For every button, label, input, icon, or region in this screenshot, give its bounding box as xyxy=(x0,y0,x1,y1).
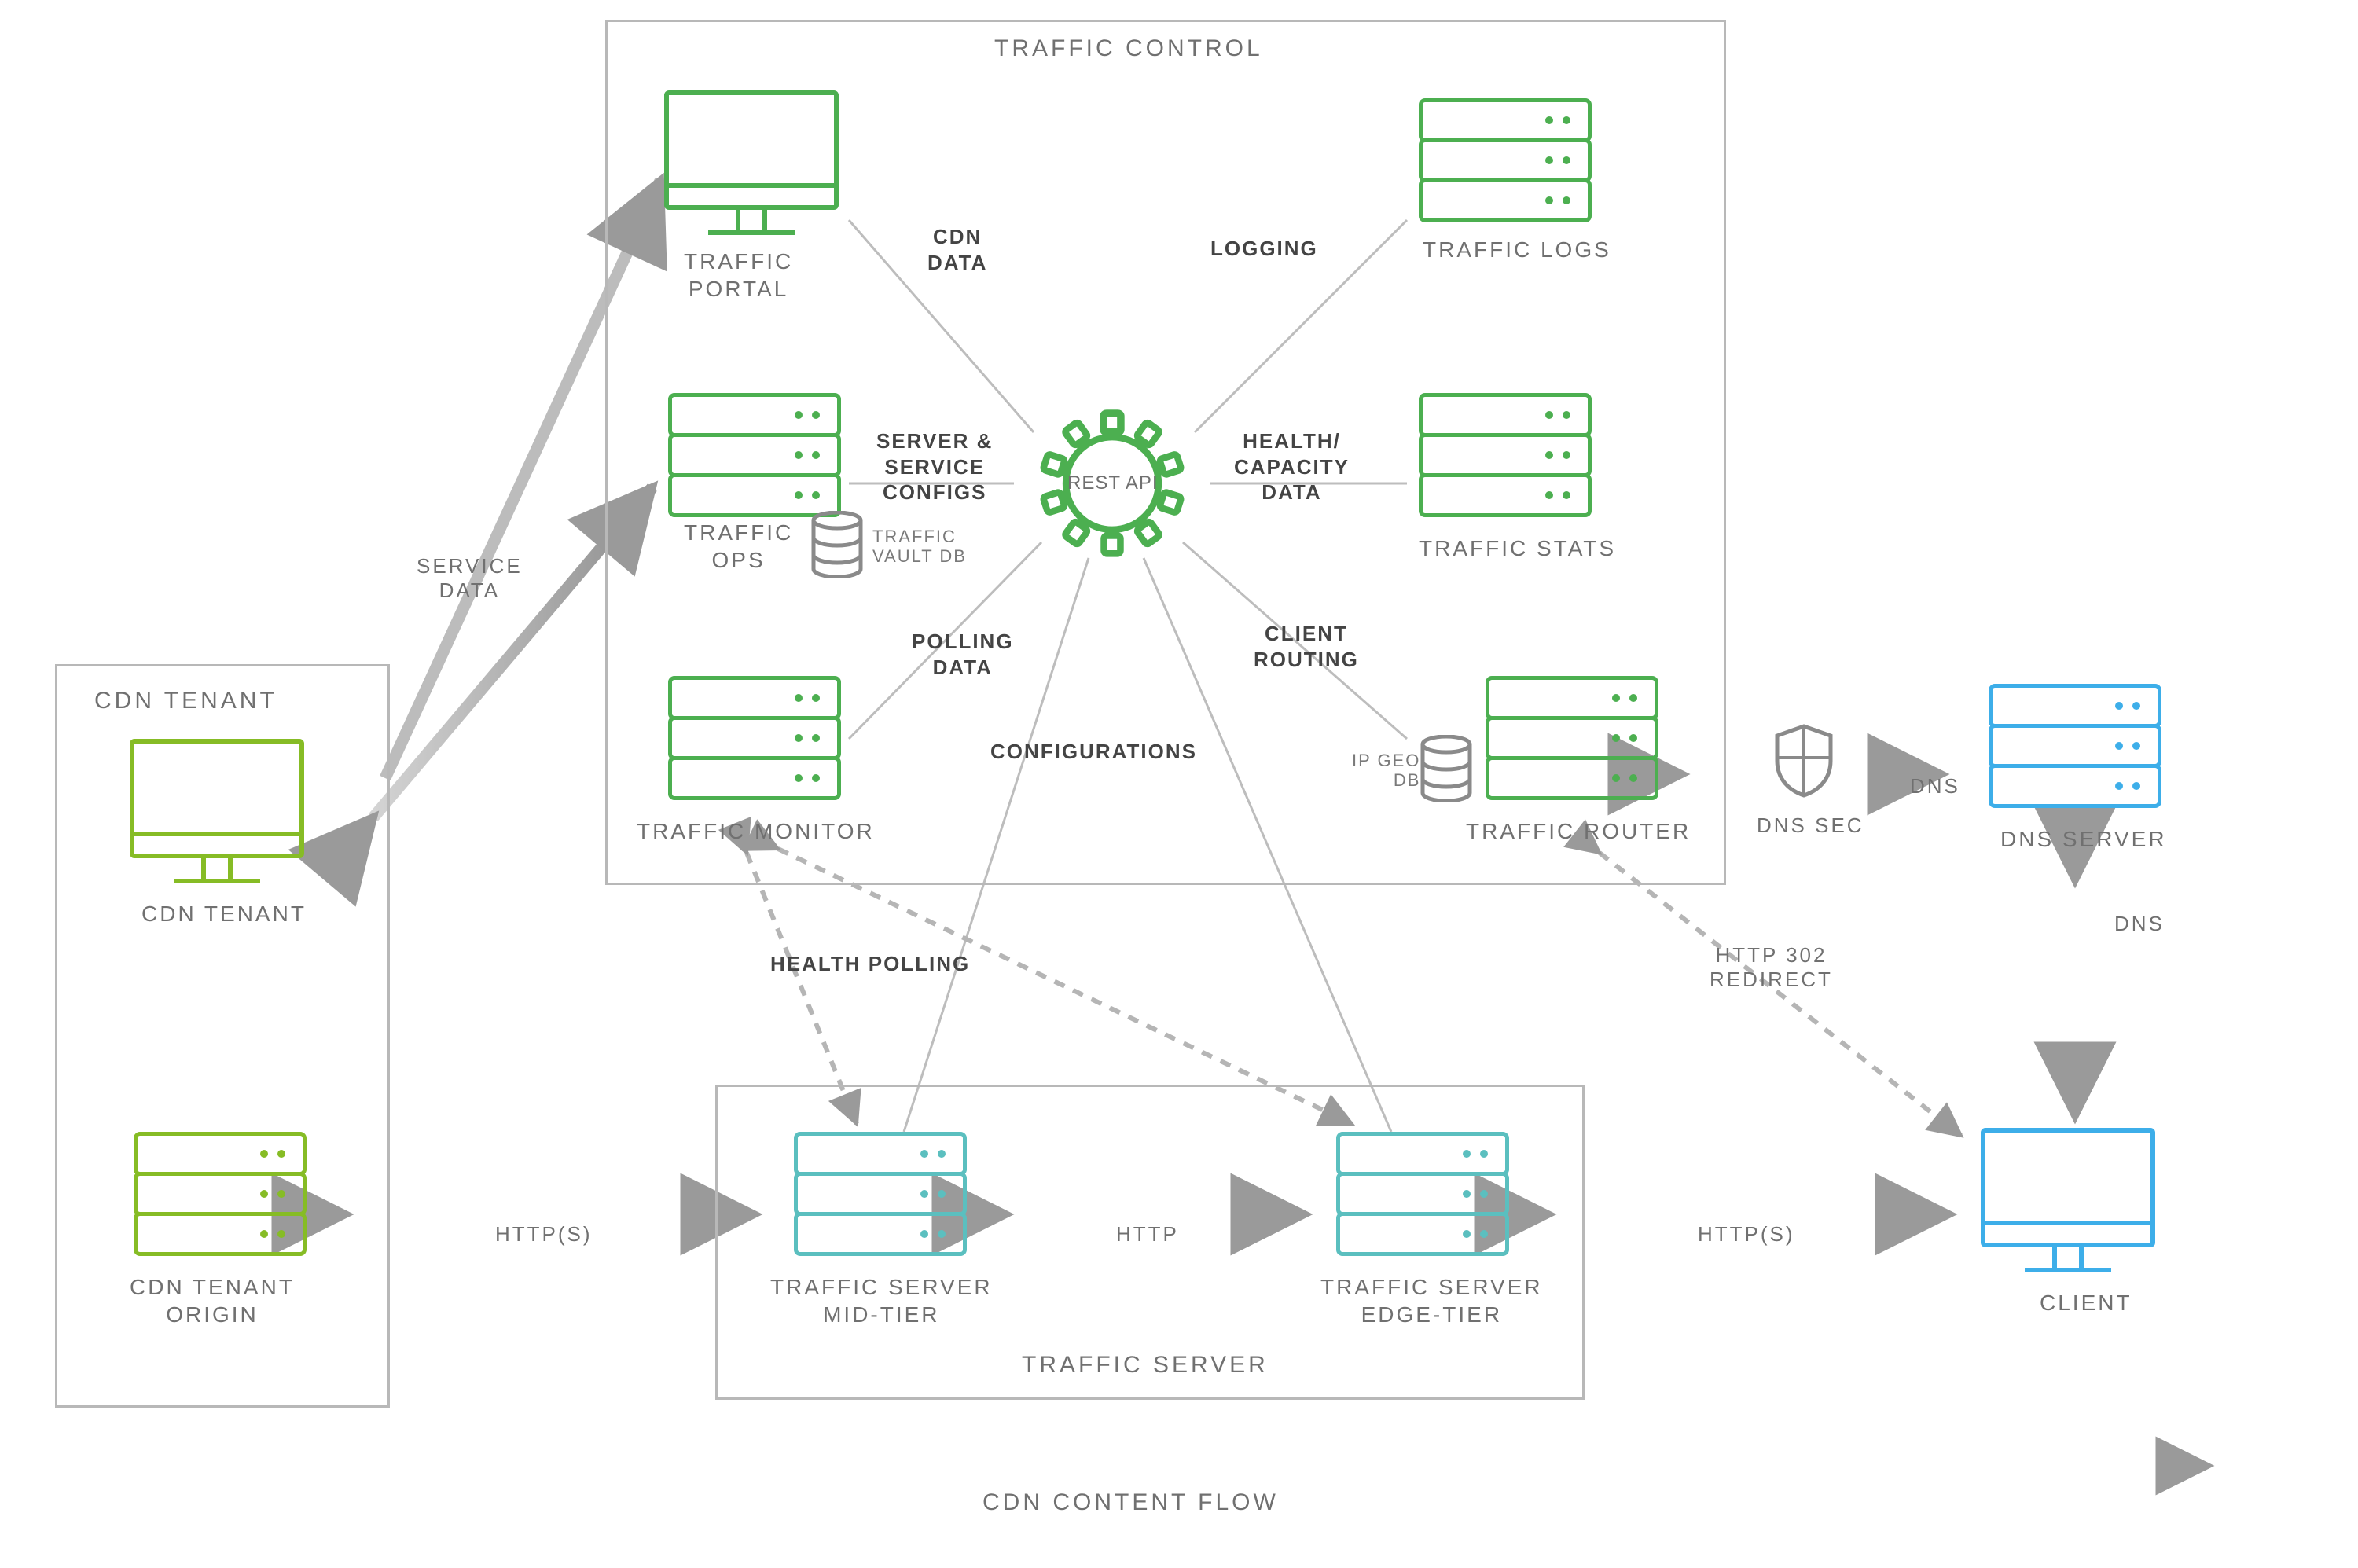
edge-server-service-configs: SERVER & SERVICE CONFIGS xyxy=(876,428,993,505)
node-label-traffic-stats: TRAFFIC STATS xyxy=(1419,534,1616,562)
node-label-ts-edge: TRAFFIC SERVER EDGE-TIER xyxy=(1320,1273,1543,1328)
monitor-icon xyxy=(130,739,304,883)
server-icon xyxy=(134,1132,307,1265)
server-icon xyxy=(1989,684,2162,817)
edge-configurations: CONFIGURATIONS xyxy=(990,739,1197,765)
edge-logging: LOGGING xyxy=(1210,236,1318,262)
server-icon xyxy=(668,393,841,527)
node-label-rest-api: REST API xyxy=(1067,472,1159,495)
edge-http: HTTP xyxy=(1116,1222,1179,1247)
edge-health-capacity: HEALTH/ CAPACITY DATA xyxy=(1234,428,1350,505)
edge-health-polling: HEALTH POLLING xyxy=(770,951,970,977)
vault-db-label: TRAFFIC VAULT DB xyxy=(872,527,967,567)
shield-icon xyxy=(1772,723,1835,799)
node-label-ts-mid: TRAFFIC SERVER MID-TIER xyxy=(770,1273,993,1328)
edge-https-left: HTTP(S) xyxy=(495,1222,593,1247)
node-label-cdn-tenant: CDN TENANT xyxy=(141,900,307,927)
edge-cdn-data: CDN DATA xyxy=(927,224,987,275)
traffic-server-title: TRAFFIC SERVER xyxy=(1022,1352,1269,1379)
node-label-traffic-ops: TRAFFIC OPS xyxy=(684,519,793,574)
server-icon xyxy=(794,1132,967,1265)
edge-dns-sec: DNS SEC xyxy=(1757,813,1864,838)
edge-service-data: SERVICE DATA xyxy=(417,554,523,603)
server-icon xyxy=(668,676,841,810)
node-label-traffic-router: TRAFFIC ROUTER xyxy=(1466,817,1691,845)
edge-https-right: HTTP(S) xyxy=(1698,1222,1795,1247)
node-label-traffic-logs: TRAFFIC LOGS xyxy=(1423,236,1611,263)
node-label-client: CLIENT xyxy=(2040,1289,2132,1316)
cdn-content-flow-title: CDN CONTENT FLOW xyxy=(982,1489,1279,1516)
server-icon xyxy=(1419,393,1592,527)
cdn-tenant-title: CDN TENANT xyxy=(94,688,277,714)
traffic-control-title: TRAFFIC CONTROL xyxy=(994,35,1263,62)
server-icon xyxy=(1419,98,1592,232)
edge-dns-1: DNS xyxy=(1910,774,1960,799)
monitor-icon xyxy=(1981,1128,2155,1272)
server-icon xyxy=(1336,1132,1509,1265)
node-label-cdn-tenant-origin: CDN TENANT ORIGIN xyxy=(130,1273,295,1328)
edge-dns-2: DNS xyxy=(2114,912,2165,936)
edge-client-routing: CLIENT ROUTING xyxy=(1254,621,1359,672)
node-label-dns-server: DNS SERVER xyxy=(2000,825,2167,853)
ip-geo-db-label: IP GEO DB xyxy=(1352,751,1420,791)
edge-polling-data: POLLING DATA xyxy=(912,629,1014,680)
database-icon xyxy=(1419,735,1474,802)
monitor-icon xyxy=(664,90,839,235)
architecture-diagram: TRAFFIC CONTROL TRAFFIC SERVER CDN TENAN… xyxy=(0,0,2358,1568)
node-label-traffic-monitor: TRAFFIC MONITOR xyxy=(637,817,875,845)
node-label-traffic-portal: TRAFFIC PORTAL xyxy=(684,248,793,303)
server-icon xyxy=(1486,676,1658,810)
edge-http-302: HTTP 302 REDIRECT xyxy=(1710,943,1833,992)
database-icon xyxy=(810,511,865,578)
